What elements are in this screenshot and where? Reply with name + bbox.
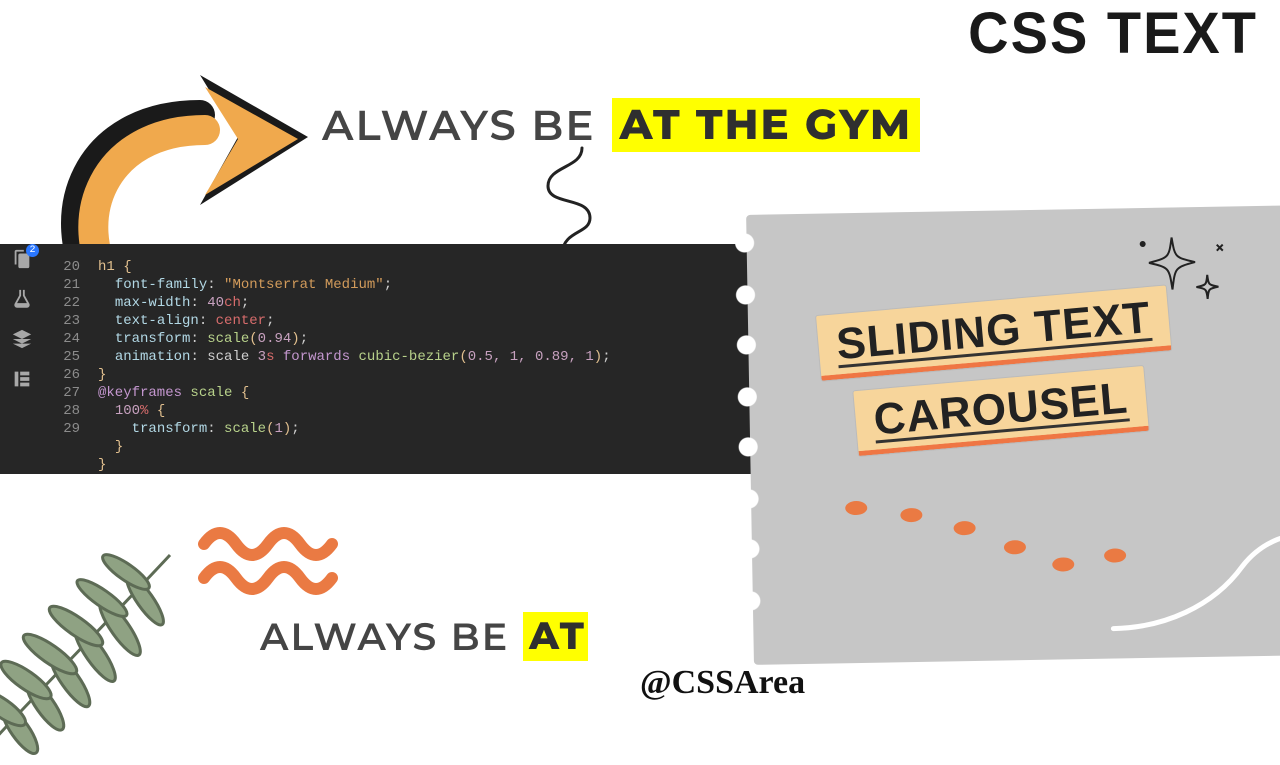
elementor-icon[interactable] [11,368,33,390]
gutter-ln: 25 [44,348,80,366]
tok: @keyframes [98,385,182,401]
tok: 3 [258,349,266,365]
tok: { [123,259,131,275]
leaf-branch-icon [0,520,190,760]
flask-icon[interactable] [11,288,33,310]
tok: text-align [115,313,199,329]
paper-label-line1: SLIDING TEXT [816,285,1171,380]
tok: transform [132,421,208,437]
gutter-ln: 20 [44,258,80,276]
tok: scale [207,331,249,347]
editor-code[interactable]: h1 { font-family: "Montserrat Medium"; m… [86,244,611,474]
gutter-ln: 23 [44,312,80,330]
tok: scale [224,421,266,437]
headline-static: ALWAYS BE [260,613,509,660]
tok: 1 [274,421,282,437]
tok: } [98,457,106,473]
paper-label-line2: CAROUSEL [853,366,1148,456]
tok: cubic-bezier [359,349,460,365]
tok: forwards [283,349,350,365]
tok: 0.94 [258,331,292,347]
tok: transform [115,331,191,347]
tok: animation [115,349,191,365]
headline-static: ALWAYS BE [322,99,596,151]
code-editor-panel: 20 21 22 23 24 25 26 27 28 29 h1 { font-… [0,244,755,474]
gutter-ln: 28 [44,402,80,420]
tok: ch [224,295,241,311]
tok: { [241,385,249,401]
squiggle-connector-icon [540,148,600,258]
gutter-ln: 27 [44,384,80,402]
tok: "Montserrat Medium" [224,277,384,293]
tok: scale [190,385,232,401]
gutter-ln: 26 [44,366,80,384]
gutter-ln: 24 [44,330,80,348]
tok: } [115,439,123,455]
tok: h1 [98,259,123,275]
tok: { [157,403,165,419]
tok: 40 [207,295,224,311]
headline-dynamic-highlighted: AT [523,612,588,661]
tok: } [98,367,106,383]
headline-main: ALWAYS BE AT THE GYM [322,98,920,152]
explorer-icon[interactable] [11,248,33,270]
editor-gutter: 20 21 22 23 24 25 26 27 28 29 [44,244,86,474]
headline-dynamic-highlighted: AT THE GYM [612,98,921,152]
tok: 0.5, 1, 0.89, 1 [468,349,594,365]
curve-line-icon [1101,515,1280,639]
paper-card: SLIDING TEXT CAROUSEL [746,205,1280,665]
tok: max-width [115,295,191,311]
author-handle: @CSSArea [640,664,805,702]
tok: font-family [115,277,207,293]
wavy-lines-icon [198,520,338,600]
gutter-ln: 21 [44,276,80,294]
gutter-ln: 29 [44,420,80,438]
headline-secondary: ALWAYS BE AT [260,612,588,661]
editor-iconbar [0,244,44,474]
tok: scale [207,349,249,365]
layers-icon[interactable] [11,328,33,350]
banner-css-text: CSS TEXT [968,0,1258,67]
tok: center [216,313,266,329]
gutter-ln: 22 [44,294,80,312]
tok: 100 [115,403,140,419]
